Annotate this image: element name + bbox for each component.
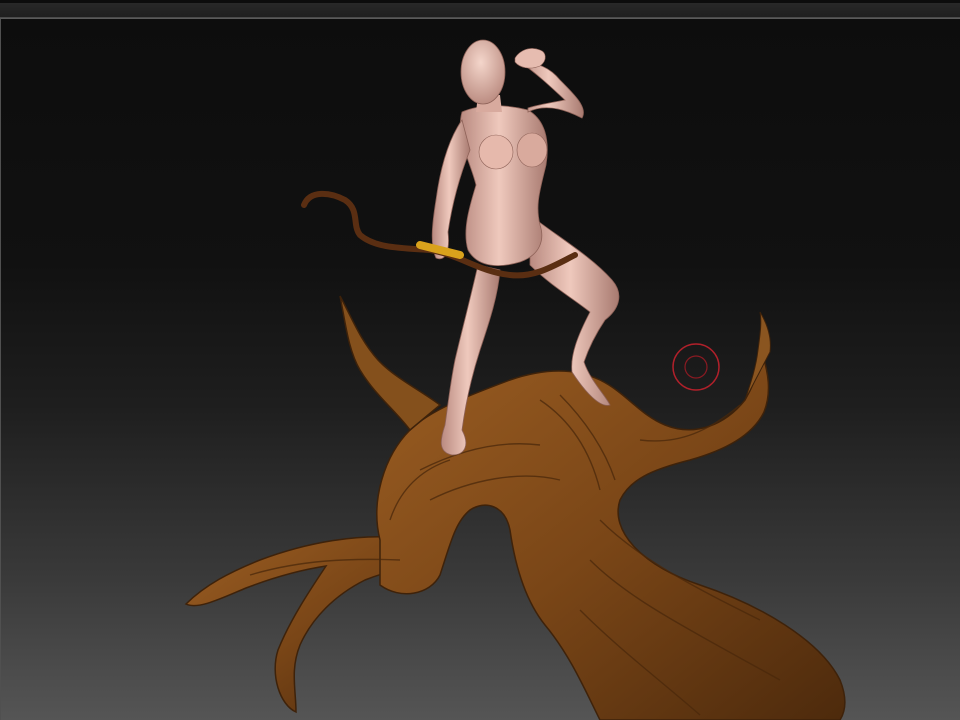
sculpt-scene[interactable] bbox=[0, 0, 960, 720]
brush-cursor-icon[interactable] bbox=[672, 343, 720, 391]
tree-stump bbox=[184, 295, 846, 720]
figure-head bbox=[460, 39, 506, 105]
bow-grip bbox=[416, 241, 464, 259]
zbrush-app bbox=[0, 0, 960, 720]
